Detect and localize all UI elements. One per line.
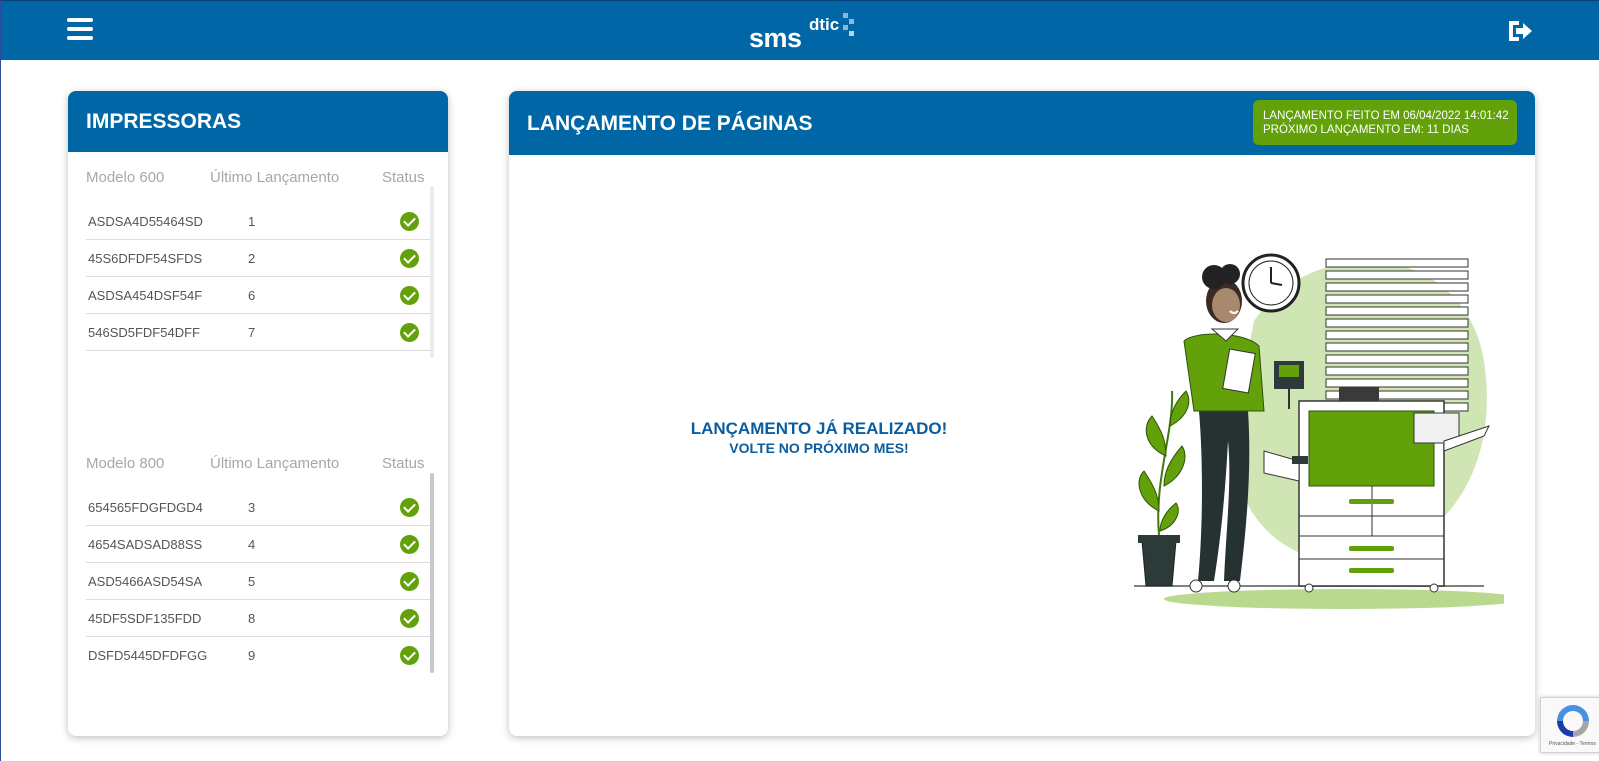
check-circle-icon bbox=[400, 323, 419, 342]
printers-panel: IMPRESSORAS Modelo 600 Último Lançamento… bbox=[68, 91, 448, 736]
launch-status-badge: LANÇAMENTO FEITO EM 06/04/2022 14:01:42 … bbox=[1253, 100, 1517, 145]
model-label: Modelo 800 bbox=[86, 455, 165, 472]
printer-group-600: Modelo 600 Último Lançamento Status ASDS… bbox=[86, 169, 432, 351]
table-row[interactable]: 4654SADSAD88SS 4 bbox=[86, 526, 432, 563]
message-line-2: VOLTE NO PRÓXIMO MES! bbox=[729, 440, 909, 456]
check-circle-icon bbox=[400, 646, 419, 665]
model-label: Modelo 600 bbox=[86, 169, 165, 186]
last-launch-header: Último Lançamento bbox=[210, 455, 340, 472]
table-row[interactable]: 546SD5FDF54DFF 7 bbox=[86, 314, 432, 351]
last-launch-value: 4 bbox=[248, 537, 256, 552]
group-header: Modelo 800 Último Lançamento Status bbox=[86, 455, 432, 479]
printers-panel-title: IMPRESSORAS bbox=[86, 110, 242, 133]
printer-serial: 654565FDGFDGD4 bbox=[88, 500, 203, 515]
last-launch-value: 1 bbox=[248, 214, 256, 229]
check-circle-icon bbox=[400, 609, 419, 628]
status-header: Status bbox=[382, 169, 425, 186]
scrollbar[interactable] bbox=[430, 473, 434, 673]
check-circle-icon bbox=[400, 249, 419, 268]
printer-serial: 45S6DFDF54SFDS bbox=[88, 251, 203, 266]
page-launch-header: LANÇAMENTO DE PÁGINAS LANÇAMENTO FEITO E… bbox=[509, 91, 1535, 155]
last-launch-value: 3 bbox=[248, 500, 256, 515]
logout-icon[interactable] bbox=[1506, 19, 1534, 43]
table-row[interactable]: DSFD5445DFDFGG 9 bbox=[86, 637, 432, 674]
sms-dtic-logo: sms dtic bbox=[749, 11, 859, 53]
last-launch-value: 7 bbox=[248, 325, 256, 340]
last-launch-value: 9 bbox=[248, 648, 256, 663]
status-header: Status bbox=[382, 455, 425, 472]
printer-serial: ASDSA4D55464SD bbox=[88, 214, 203, 229]
table-row[interactable]: 45DF5SDF135FDD 8 bbox=[86, 600, 432, 637]
recaptcha-badge[interactable]: Privacidade - Termos bbox=[1540, 697, 1599, 753]
printer-serial: 546SD5FDF54DFF bbox=[88, 325, 200, 340]
table-row[interactable]: 654565FDGFDGD4 3 bbox=[86, 489, 432, 526]
next-launch-text: PRÓXIMO LANÇAMENTO EM: 11 DIAS bbox=[1263, 124, 1469, 136]
recaptcha-icon bbox=[1557, 705, 1589, 737]
recaptcha-text[interactable]: Privacidade - Termos bbox=[1549, 741, 1596, 747]
logo-main-text: sms bbox=[749, 23, 802, 53]
printer-serial: ASDSA454DSF54F bbox=[88, 288, 203, 303]
printers-panel-header: IMPRESSORAS bbox=[68, 91, 448, 152]
message-line-1: LANÇAMENTO JÁ REALIZADO! bbox=[690, 419, 948, 438]
table-row[interactable]: ASDSA454DSF54F 6 bbox=[86, 277, 432, 314]
table-row[interactable]: ASD5466ASD54SA 5 bbox=[86, 563, 432, 600]
launch-done-text: LANÇAMENTO FEITO EM 06/04/2022 14:01:42 bbox=[1263, 110, 1509, 122]
check-circle-icon bbox=[400, 498, 419, 517]
woman-printer-illustration bbox=[1134, 253, 1504, 609]
logo-sup-text: dtic bbox=[809, 15, 840, 34]
printer-serial: 4654SADSAD88SS bbox=[88, 537, 203, 552]
scrollbar[interactable] bbox=[430, 186, 434, 358]
table-row[interactable]: ASDSA4D55464SD 1 bbox=[86, 203, 432, 240]
printer-serial: ASD5466ASD54SA bbox=[88, 574, 203, 589]
launch-done-message: LANÇAMENTO JÁ REALIZADO! VOLTE NO PRÓXIM… bbox=[669, 419, 969, 456]
table-row[interactable]: 45S6DFDF54SFDS 2 bbox=[86, 240, 432, 277]
hamburger-menu-icon[interactable] bbox=[67, 18, 93, 42]
last-launch-value: 2 bbox=[248, 251, 256, 266]
group-header: Modelo 600 Último Lançamento Status bbox=[86, 169, 432, 193]
printer-serial: DSFD5445DFDFGG bbox=[88, 648, 208, 663]
last-launch-header: Último Lançamento bbox=[210, 169, 340, 186]
top-bar: sms dtic bbox=[1, 0, 1599, 60]
last-launch-value: 5 bbox=[248, 574, 256, 589]
printer-serial: 45DF5SDF135FDD bbox=[88, 611, 202, 626]
page-launch-title: LANÇAMENTO DE PÁGINAS bbox=[527, 112, 813, 135]
check-circle-icon bbox=[400, 212, 419, 231]
last-launch-value: 6 bbox=[248, 288, 256, 303]
check-circle-icon bbox=[400, 572, 419, 591]
printer-group-800: Modelo 800 Último Lançamento Status 6545… bbox=[86, 455, 432, 674]
last-launch-value: 8 bbox=[248, 611, 256, 626]
page-launch-panel: LANÇAMENTO DE PÁGINAS LANÇAMENTO FEITO E… bbox=[509, 91, 1535, 736]
check-circle-icon bbox=[400, 535, 419, 554]
check-circle-icon bbox=[400, 286, 419, 305]
